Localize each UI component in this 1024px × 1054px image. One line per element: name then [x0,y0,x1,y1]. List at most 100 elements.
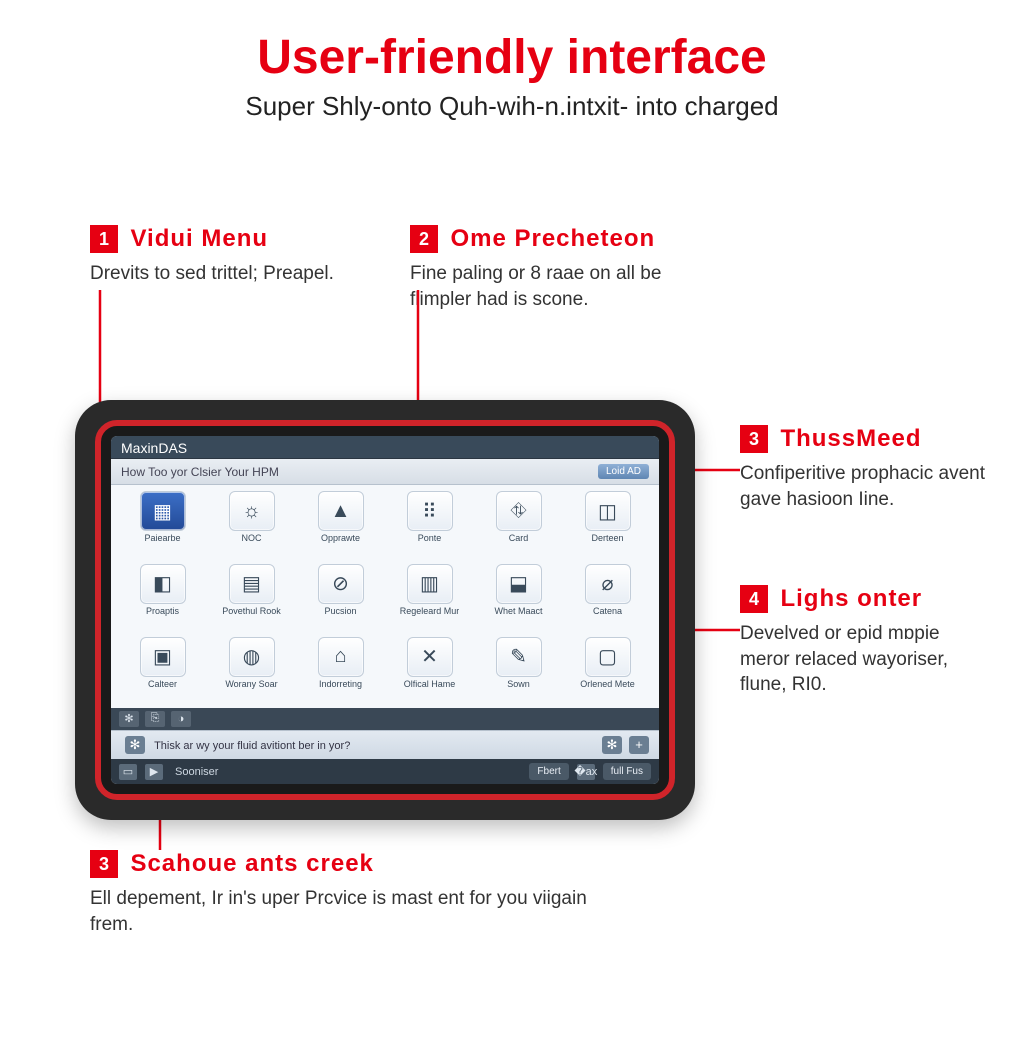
app-label: Card [509,534,529,543]
app-label: Calteer [148,680,177,689]
gear-row-icon[interactable]: ◑ [171,711,191,727]
app-tile[interactable]: ✎ Sown [475,637,562,706]
app-tile[interactable]: ▥ Regeleard Mur [386,564,473,633]
app-grid: ▦ Paiearbe ☼NOC ▲ Opprawte ⠿ Ponte ⛗ Card ◫ Dertee… [111,485,659,708]
callout-title: Lighs onter [780,585,922,613]
app-label: Sown [507,680,530,689]
callout-body: Develved or epid mɒpie meror relaced way… [740,621,990,698]
gear-row-icon[interactable]: ✻ [119,711,139,727]
app-label: Pucsion [324,607,356,616]
subbar-text: How Too yor Clsier Your HPM [121,465,279,479]
app-icon: ◧ [140,564,186,604]
app-label: Olfical Hame [404,680,456,689]
app-tile[interactable]: ⊘ Pucsion [297,564,384,633]
message-bar: ✻ Thisk ar wy your fluid avitiont ber in… [111,730,659,760]
app-tile[interactable]: ◧ Proaptis [119,564,206,633]
app-tile[interactable]: ☼NOC [208,491,295,560]
callout-title: ThussMeed [780,425,921,453]
app-icon: ⊘ [318,564,364,604]
app-icon: ▥ [407,564,453,604]
tablet-device: MaxinDAS How Too yor Clsier Your HPM Loi… [75,400,695,820]
app-icon: ⌀ [585,564,631,604]
app-tile[interactable]: ⌀ Catena [564,564,651,633]
callout-5: 3 Scahoue ants creek Ell depement, Ir in… [90,850,610,937]
message-text: Thisk ar wy your fluid avitiont ber in y… [154,740,350,752]
app-label: Derteen [591,534,623,543]
app-label: Indorreting [319,680,362,689]
app-icon: ⠿ [407,491,453,531]
app-tile[interactable]: ✕ Olfical Hame [386,637,473,706]
app-icon: ◍ [229,637,275,677]
app-tile[interactable]: ▲ Opprawte [297,491,384,560]
app-tile[interactable]: ◫ Derteen [564,491,651,560]
app-icon: ⛗ [496,491,542,531]
app-tile[interactable]: ▤ Povethul Rook [208,564,295,633]
tablet-screen: MaxinDAS How Too yor Clsier Your HPM Loi… [111,436,659,784]
gear-row: ✻ ⎘ ◑ [111,708,659,730]
app-label: Orlened Mete [580,680,635,689]
app-tile[interactable]: ▢ Orlened Mete [564,637,651,706]
footer-doc-icon[interactable]: ▭ [119,764,137,780]
callout-3: 3 ThussMeed Confiperitive prophacic aven… [740,425,990,512]
tablet-bezel: MaxinDAS How Too yor Clsier Your HPM Loi… [95,420,675,800]
app-tile[interactable]: ⌂ Indorreting [297,637,384,706]
callout-body: Fine paling or 8 raae on all be flimpler… [410,261,710,312]
subbar-button[interactable]: Loid AD [598,464,649,479]
app-icon: ▦ [140,491,186,531]
callout-title: Vidui Menu [130,225,268,253]
message-star-icon[interactable]: ✻ [125,736,145,754]
gear-row-icon[interactable]: ⎘ [145,711,165,727]
callout-number: 2 [410,225,438,253]
page-title: User-friendly interface [0,30,1024,85]
callout-body: Ell depement, Ir in's uper Prcvice is ma… [90,886,610,937]
callout-4: 4 Lighs onter Develved or epid mɒpie mer… [740,585,990,698]
footer-button-1[interactable]: Fbert [529,763,568,780]
app-tile[interactable]: ▣ Calteer [119,637,206,706]
callout-body: Drevits to sed trittel; Preapel. [90,261,350,287]
footer-share-icon[interactable]: �ах [577,764,595,780]
callout-number: 3 [90,850,118,878]
app-label: Povethul Rook [222,607,281,616]
app-icon: ☼ [229,491,275,531]
app-icon: ◫ [585,491,631,531]
app-label: Whet Maact [494,607,542,616]
screen-header: MaxinDAS [111,436,659,459]
app-tile[interactable]: ◍ Worany Soar [208,637,295,706]
callout-title: Ome Precheteon [450,225,655,253]
callout-number: 4 [740,585,768,613]
callout-2: 2 Ome Precheteon Fine paling or 8 raae o… [410,225,710,312]
app-icon: ⌂ [318,637,364,677]
app-icon: ▲ [318,491,364,531]
footer-play-icon[interactable]: ▶ [145,764,163,780]
callout-number: 1 [90,225,118,253]
app-tile[interactable]: ⠿ Ponte [386,491,473,560]
app-label: Worany Soar [225,680,277,689]
callout-1: 1 Vidui Menu Drevits to sed trittel; Pre… [90,225,350,287]
app-label: Paiearbe [144,534,180,543]
page-subtitle: Super Shly-onto Quh-wih-n.intxit- into c… [0,91,1024,122]
app-icon: ⬓ [496,564,542,604]
app-label: Opprawte [321,534,360,543]
app-icon: ▣ [140,637,186,677]
brand-label: MaxinDAS [121,440,187,456]
app-label: Proaptis [146,607,179,616]
app-tile[interactable]: ⛗ Card [475,491,562,560]
screen-subbar: How Too yor Clsier Your HPM Loid AD [111,459,659,485]
app-icon: ✎ [496,637,542,677]
app-label: Regeleard Mur [400,607,460,616]
app-tile[interactable]: ⬓ Whet Maact [475,564,562,633]
app-icon: ✕ [407,637,453,677]
message-gear-icon[interactable]: ✻ [602,736,622,754]
callout-body: Confiperitive prophacic avent gave hasio… [740,461,990,512]
screen-footer: ▭ ▶ Sooniser Fbert �ах full Fus [111,759,659,784]
footer-brand-label: Sooniser [175,766,218,778]
callout-title: Scahoue ants creek [130,850,373,878]
footer-button-2[interactable]: full Fus [603,763,651,780]
app-icon: ▤ [229,564,275,604]
app-label: Ponte [418,534,442,543]
app-tile[interactable]: ▦ Paiearbe [119,491,206,560]
app-icon: ▢ [585,637,631,677]
message-plus-icon[interactable]: + [629,736,649,754]
app-label: Catena [593,607,622,616]
callout-number: 3 [740,425,768,453]
